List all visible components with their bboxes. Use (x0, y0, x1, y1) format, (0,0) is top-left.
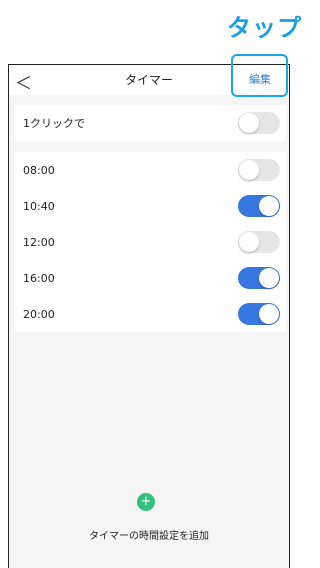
timer-row: 10:40 (15, 188, 286, 224)
page-title: タイマー (124, 73, 173, 87)
one-click-label: 1クリックで (23, 117, 85, 130)
timer-time: 12:00 (23, 235, 55, 249)
timer-row: 16:00 (15, 260, 286, 296)
timer-row: 08:00 (15, 152, 286, 188)
timer-toggle[interactable] (238, 195, 280, 217)
timer-row: 12:00 (15, 224, 286, 260)
timer-toggle[interactable] (238, 303, 280, 325)
add-timer-plus-icon[interactable]: + (137, 493, 155, 511)
timer-toggle[interactable] (238, 231, 280, 253)
timer-row: 20:00 (15, 296, 286, 332)
tap-callout: タップ (227, 14, 302, 42)
timer-toggle[interactable] (238, 267, 280, 289)
timer-time: 08:00 (23, 163, 55, 177)
timer-time: 10:40 (23, 199, 55, 213)
one-click-row: 1クリックで (15, 105, 286, 141)
top-bar: ＜ タイマー 編集 (9, 65, 289, 95)
one-click-toggle[interactable] (238, 112, 280, 134)
timer-toggle[interactable] (238, 159, 280, 181)
edit-button[interactable]: 編集 (249, 71, 271, 87)
add-timer-label[interactable]: タイマーの時間設定を追加 (9, 527, 289, 542)
timer-time: 20:00 (23, 307, 55, 321)
phone-screen: ＜ タイマー 編集 1クリックで 08:00 10:40 12:00 16:00… (8, 64, 290, 568)
timer-time: 16:00 (23, 271, 55, 285)
